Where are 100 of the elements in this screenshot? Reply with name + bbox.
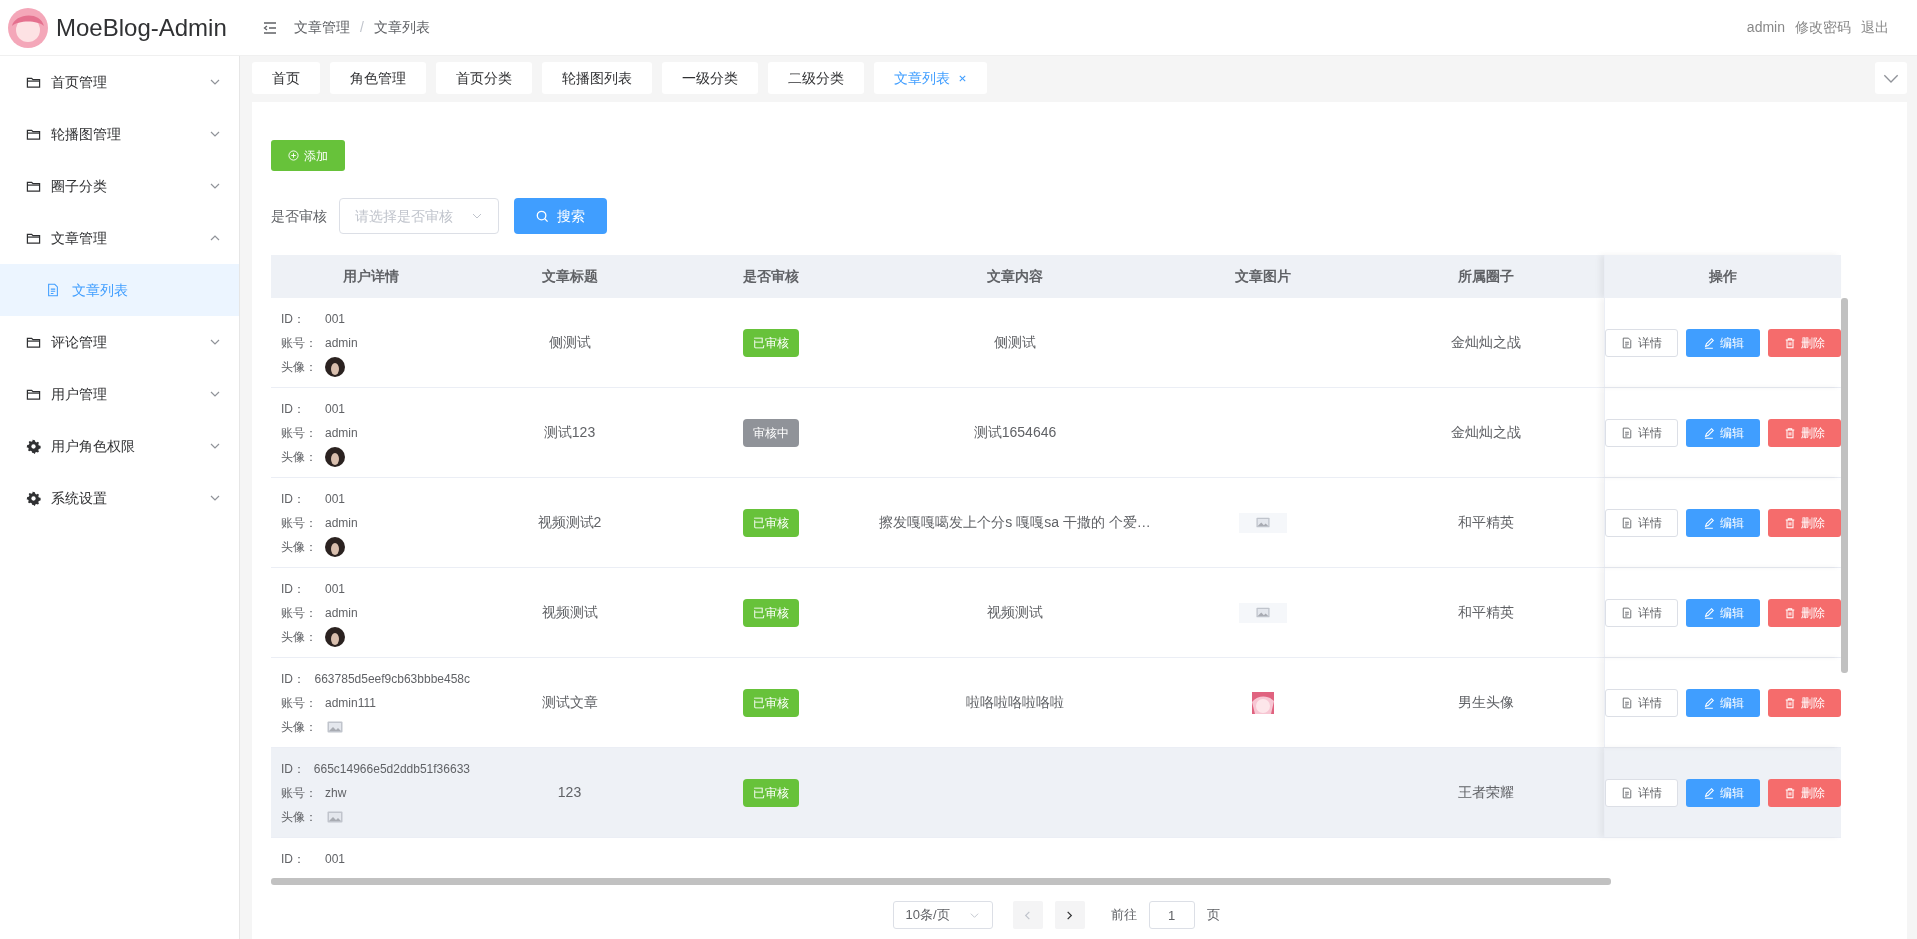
table-row[interactable]: ID： 001 账号： admin 头像： 视频测试 已审核 视频测试 和平精英 详情 编辑 删除: [271, 568, 1841, 658]
next-page-button[interactable]: [1054, 901, 1085, 929]
close-icon[interactable]: [958, 73, 967, 83]
search-icon: [536, 209, 549, 223]
table-cell-text: 王者荣耀: [1458, 783, 1514, 802]
document-icon: [46, 283, 60, 297]
menu-item[interactable]: 用户角色权限: [0, 420, 239, 472]
chevron-right-icon: [1064, 909, 1075, 921]
field-value: 001: [325, 850, 346, 868]
column-header: 文章内容: [986, 267, 1044, 286]
plus-circle-icon: [288, 150, 299, 161]
chevron-left-icon: [1022, 909, 1033, 921]
table-cell-text: 侧测试: [548, 333, 591, 352]
pencil-icon: [1702, 786, 1715, 799]
field-label: ID：: [281, 760, 306, 778]
avatar-icon: [325, 536, 345, 557]
avatar-icon: [325, 446, 345, 467]
column-header: 是否审核: [741, 267, 800, 286]
broken-image-icon: [1256, 517, 1270, 528]
menu-item[interactable]: 轮播图管理: [0, 108, 239, 160]
field-label: ID：: [281, 580, 306, 598]
field-label: ID：: [281, 490, 306, 508]
field-label: 账号：: [281, 604, 318, 622]
table-cell-text: 视频测试: [987, 603, 1043, 622]
details-button[interactable]: 详情: [1605, 418, 1679, 447]
header-link[interactable]: 退出: [1861, 17, 1889, 38]
trash-icon: [1783, 426, 1796, 439]
trash-icon: [1783, 336, 1796, 349]
details-button[interactable]: 详情: [1605, 328, 1679, 357]
status-tag: 审核中: [742, 418, 799, 447]
breadcrumb-item[interactable]: 文章管理: [294, 17, 350, 38]
table-cell-text: 测试123: [543, 423, 596, 442]
field-value: zhw: [325, 784, 347, 802]
field-label: 头像：: [281, 448, 318, 466]
status-tag: 已审核: [742, 328, 799, 357]
header-link[interactable]: 修改密码: [1795, 17, 1851, 38]
tabs-dropdown-button[interactable]: [1875, 62, 1907, 94]
avatar-icon: [325, 356, 345, 377]
goto-label: 前往: [1110, 906, 1137, 925]
tab[interactable]: 一级分类: [662, 62, 758, 94]
tab[interactable]: 二级分类: [768, 62, 864, 94]
table-cell-text: 和平精英: [1458, 513, 1514, 532]
menu-item[interactable]: 系统设置: [0, 472, 239, 524]
table-row[interactable]: ID： 001 账号： admin 头像： 视频测试2 已审核 擦发嘎嘎噶发上个分s 嘎嘎sa 干撒的 个爱… 和平精英 详情 编辑 删除: [271, 478, 1841, 568]
tab[interactable]: 首页: [252, 62, 320, 94]
table-row[interactable]: ID： 001 账号： admin 头像： 测试123 审核中 测试1654646 金灿灿之战 详情 编辑 删除: [271, 388, 1841, 478]
menu-item[interactable]: 评论管理: [0, 316, 239, 368]
table-cell-text: 测试1654646: [973, 423, 1057, 442]
menu-item[interactable]: 文章管理: [0, 212, 239, 264]
document-icon: [1621, 336, 1634, 349]
details-button[interactable]: 详情: [1605, 508, 1679, 537]
tab[interactable]: 轮播图列表: [542, 62, 652, 94]
field-value: 665c14966e5d2ddb51f36633: [313, 760, 470, 778]
status-tag: 已审核: [742, 598, 799, 627]
field-label: ID：: [281, 400, 306, 418]
field-label: 头像：: [281, 538, 318, 556]
table-cell-text: 啦咯啦咯啦咯啦: [966, 693, 1064, 712]
page-size-select[interactable]: 10条/页: [892, 901, 993, 929]
broken-image-icon: [1256, 607, 1270, 618]
field-label: 头像：: [281, 808, 318, 826]
tab[interactable]: 首页分类: [436, 62, 532, 94]
menu-item[interactable]: 用户管理: [0, 368, 239, 420]
tab[interactable]: 角色管理: [330, 62, 426, 94]
document-icon: [1621, 426, 1634, 439]
status-tag: 已审核: [742, 688, 799, 717]
breadcrumb-item[interactable]: 文章列表: [373, 17, 430, 38]
gear-icon: [26, 438, 41, 454]
table-cell-text: 视频测试: [541, 603, 598, 622]
status-tag: 已审核: [742, 778, 799, 807]
field-value: 001: [325, 310, 346, 328]
menu-item[interactable]: 圈子分类: [0, 160, 239, 212]
field-value: admin: [325, 604, 358, 622]
details-button[interactable]: 详情: [1605, 688, 1679, 717]
avatar-icon: [325, 626, 345, 647]
horizontal-scrollbar[interactable]: [271, 878, 1611, 885]
table-row[interactable]: ID： 665c14966e5d2ddb51f36633 账号： zhw 头像： 123 已审核 王者荣耀 详情 编辑 删除: [271, 748, 1841, 838]
table-row[interactable]: ID： 663785d5eef9cb63bbbe458c 账号： admin111 头像： 测试文章 已审核 啦咯啦咯啦咯啦 男生头像 详情 编辑 删除: [271, 658, 1841, 748]
menu-item[interactable]: 首页管理: [0, 56, 239, 108]
field-label: 头像：: [281, 628, 318, 646]
trash-icon: [1783, 516, 1796, 529]
page-input[interactable]: 1: [1148, 901, 1195, 929]
details-button[interactable]: 详情: [1605, 778, 1679, 807]
document-icon: [1621, 516, 1634, 529]
field-value: admin: [325, 334, 358, 352]
pencil-icon: [1702, 696, 1715, 709]
table-cell-text: 金灿灿之战: [1451, 423, 1521, 442]
field-value: 001: [325, 580, 346, 598]
pencil-icon: [1702, 516, 1715, 529]
broken-image-icon: [327, 720, 343, 733]
breadcrumb-separator: /: [360, 18, 364, 37]
table-row[interactable]: ID： 001 账号： admin 头像： 侧测试 已审核 侧测试 金灿灿之战 详情 编辑 删除: [271, 298, 1841, 388]
table-cell-text: 男生头像: [1458, 693, 1514, 712]
document-icon: [1621, 606, 1634, 619]
field-value: 001: [325, 490, 346, 508]
gear-icon: [26, 490, 41, 506]
table-cell-text: 测试文章: [541, 693, 598, 712]
details-button[interactable]: 详情: [1605, 598, 1679, 627]
field-label: ID：: [281, 310, 306, 328]
field-value: admin: [325, 424, 358, 442]
vertical-scrollbar[interactable]: [1841, 298, 1848, 673]
